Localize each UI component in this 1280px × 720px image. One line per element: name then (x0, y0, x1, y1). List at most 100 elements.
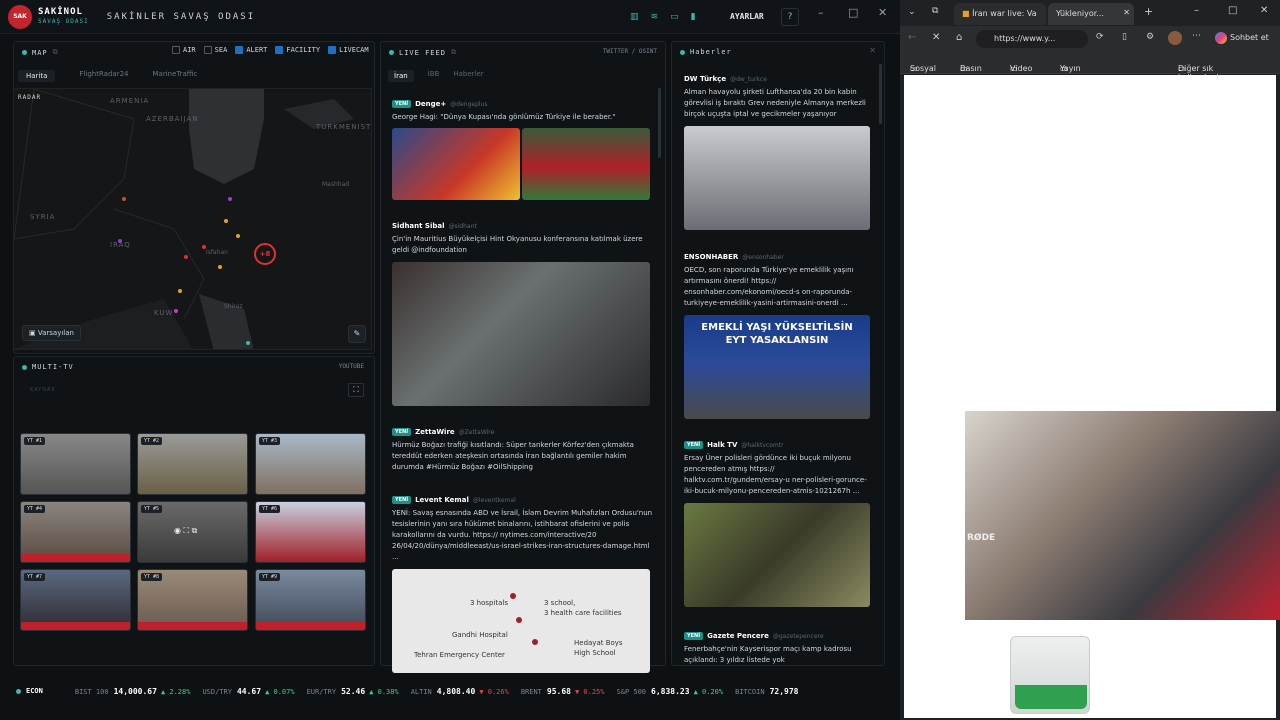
news-image[interactable] (684, 503, 870, 607)
map-point (510, 593, 516, 599)
feed-post[interactable]: YENİ ZettaWire @ZettaWire Hürmüz Boğazı tr… (392, 428, 654, 473)
filter-alert[interactable]: ALERT (235, 46, 267, 54)
browser-tab-active[interactable]: Yükleniyor... ✕ (1048, 3, 1134, 25)
home-icon[interactable]: ⌂ (956, 32, 962, 43)
post-image[interactable] (522, 128, 650, 200)
map-marker[interactable] (218, 265, 222, 269)
bookmarks-bar: ▭ Sosyal ▭ Basın ▭ Video ▭ Yayın ▭ Diğer… (900, 52, 1280, 82)
map-point (532, 639, 538, 645)
tab-iran[interactable]: İran (388, 70, 414, 82)
browser-tab[interactable]: ■ İran war live: Va (954, 3, 1046, 25)
map-marker[interactable] (184, 255, 188, 259)
more-icon[interactable]: ⋯ (1192, 31, 1201, 41)
chat-button[interactable]: Sohbet et (1212, 30, 1273, 48)
tv-tile[interactable]: YT #6 (255, 501, 366, 563)
close-tab-icon[interactable]: ✕ (1123, 8, 1130, 17)
stop-icon[interactable]: ✕ (932, 32, 940, 43)
tv-tile[interactable]: YT #5 ◉ ⛶ ⧉ (137, 501, 248, 563)
minimize-icon[interactable]: – (818, 6, 824, 19)
map-marker[interactable] (228, 197, 232, 201)
tab-marinetraffic[interactable]: MarineTraffic (152, 70, 197, 82)
tv-tile[interactable]: YT #3 (255, 433, 366, 495)
maximize-icon[interactable]: □ (848, 6, 858, 19)
feed-icon[interactable]: ≋ (651, 12, 659, 22)
post-image[interactable] (392, 262, 650, 406)
filter-facility[interactable]: FACILITY (275, 46, 320, 54)
minimize-icon[interactable]: – (1194, 5, 1199, 16)
help-button[interactable]: ? (781, 8, 799, 26)
filter-livecam[interactable]: LIVECAM (328, 46, 369, 54)
close-icon[interactable]: ✕ (869, 46, 876, 55)
news-image[interactable] (684, 126, 870, 230)
map-marker[interactable] (246, 341, 250, 345)
post-handle: @dengeplus (450, 100, 488, 108)
map-marker[interactable] (174, 309, 178, 313)
post-handle: @leventkemal (472, 496, 516, 504)
extensions-icon[interactable]: ⚙ (1146, 32, 1154, 42)
avatar[interactable] (1168, 31, 1182, 45)
map-marker[interactable] (178, 289, 182, 293)
tab-ibb[interactable]: İBB (428, 70, 440, 82)
edit-icon[interactable]: ✎ (348, 325, 366, 343)
news-handle: @ensonhaber (742, 253, 784, 261)
chat-label: Sohbet et (1230, 33, 1269, 42)
news-scrollbar[interactable] (879, 64, 882, 124)
news-handle: @halktvcomtr (741, 441, 784, 449)
tab-harita[interactable]: Harita (18, 70, 56, 82)
filter-livecam-checkbox[interactable] (328, 46, 337, 54)
feed-post[interactable]: Sidhant Sibal @sidhant Çin'in Mauritius B… (392, 222, 654, 406)
tab-actions-icon[interactable]: ⌄ (908, 7, 916, 17)
filter-air-checkbox[interactable] (172, 46, 180, 54)
feed-post[interactable]: YENİ Levent Kemal @leventkemal YENİ: Savaş… (392, 496, 654, 673)
feed-scrollbar[interactable] (658, 88, 661, 158)
feed-post[interactable]: YENİ Denge+ @dengeplus George Hagi: "Dünya… (392, 100, 654, 200)
chart-icon[interactable]: ▮ (691, 12, 696, 22)
post-image[interactable] (392, 128, 520, 200)
tv-tile[interactable]: YT #9 (255, 569, 366, 631)
close-icon[interactable]: ✕ (1260, 5, 1268, 16)
preset-button[interactable]: ▣ Varsayılan (22, 325, 81, 341)
filter-sea[interactable]: SEA (203, 46, 227, 54)
news-item[interactable]: DW Türkçe @dw_turkce Alman havayolu şirke… (684, 75, 870, 230)
fullscreen-icon[interactable]: ⛶ (348, 383, 364, 397)
back-icon[interactable]: ← (908, 32, 916, 43)
news-source: ENSONHABER (684, 253, 739, 261)
tab-flightradar[interactable]: FlightRadar24 (79, 70, 128, 82)
filter-sea-checkbox[interactable] (203, 46, 212, 54)
address-bar[interactable]: https://www.y... (976, 30, 1088, 48)
mic-brand-text: RØDE (967, 533, 996, 543)
tv-tile[interactable]: YT #1 (20, 433, 131, 495)
tv-controls-icon[interactable]: ◉ ⛶ ⧉ (174, 526, 197, 536)
map-icon[interactable]: ▥ (630, 12, 639, 22)
map-marker[interactable] (118, 239, 122, 243)
split-icon[interactable]: ▯ (1122, 32, 1127, 42)
post-image[interactable]: 3 hospitals 3 school, 3 health care faci… (392, 569, 650, 673)
feed-source: TWITTER / OSINT (602, 48, 657, 55)
map-marker[interactable] (202, 245, 206, 249)
filter-facility-checkbox[interactable] (275, 46, 284, 54)
map-marker[interactable] (236, 234, 240, 238)
tab-haberler[interactable]: Haberler (453, 70, 483, 82)
news-item[interactable]: YENİ Gazete Pencere @gazetepencere Fenerba… (684, 632, 870, 668)
refresh-icon[interactable]: ⟳ (1096, 32, 1104, 42)
map-marker[interactable] (224, 219, 228, 223)
workspaces-icon[interactable]: ⧉ (932, 6, 938, 16)
cluster-marker[interactable]: +8 (254, 243, 276, 265)
browser-page (904, 75, 1276, 718)
tv-icon[interactable]: ▭ (670, 12, 679, 22)
radar-map[interactable]: RADAR ARMENIA AZERBAIJAN TURKMENIST SYRI… (13, 88, 372, 350)
map-marker[interactable] (122, 197, 126, 201)
news-item[interactable]: YENİ Halk TV @halktvcomtr Ersay Üner polis… (684, 441, 870, 607)
filter-alert-checkbox[interactable] (235, 46, 244, 54)
news-image[interactable]: EMEKLİ YAŞI YÜKSELTİLSİN EYT YASAKLANSIN (684, 315, 870, 419)
filter-air[interactable]: AIR (172, 46, 196, 54)
close-icon[interactable]: ✕ (878, 6, 887, 19)
new-tab-icon[interactable]: + (1144, 5, 1153, 18)
news-item[interactable]: ENSONHABER @ensonhaber OECD, son raporund… (684, 253, 870, 419)
settings-button[interactable]: AYARLAR (730, 12, 764, 21)
maximize-icon[interactable]: □ (1228, 5, 1237, 16)
tv-tile[interactable]: YT #8 (137, 569, 248, 631)
tv-tile[interactable]: YT #7 (20, 569, 131, 631)
tv-tile[interactable]: YT #2 (137, 433, 248, 495)
tv-tile[interactable]: YT #4 (20, 501, 131, 563)
